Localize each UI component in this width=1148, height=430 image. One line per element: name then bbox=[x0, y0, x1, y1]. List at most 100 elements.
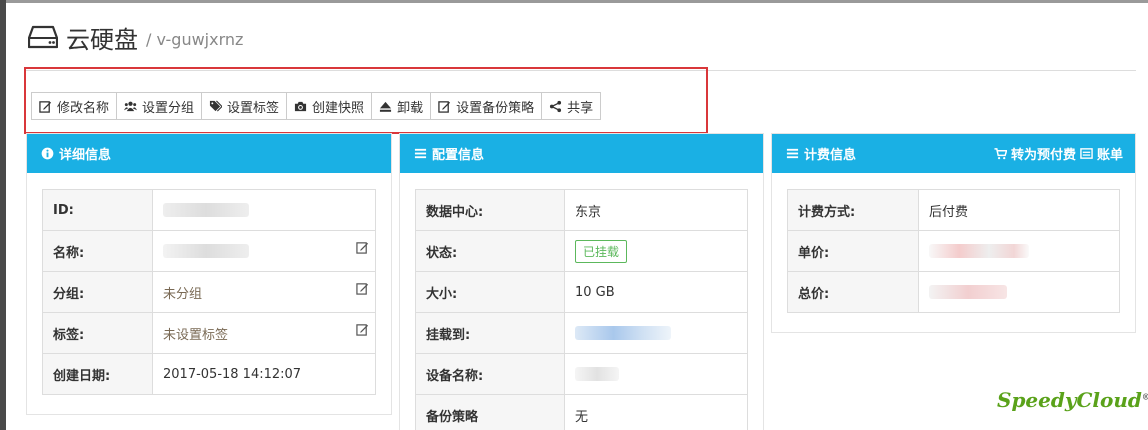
backup-policy-key: 备份策略 bbox=[415, 394, 565, 430]
device-name-key: 设备名称: bbox=[415, 353, 565, 395]
detail-panel-header: 详细信息 bbox=[27, 134, 391, 173]
share-icon bbox=[550, 100, 562, 112]
tags-key: 标签: bbox=[42, 312, 153, 354]
list-icon bbox=[786, 148, 799, 159]
id-key: ID: bbox=[42, 189, 153, 231]
action-toolbar: 修改名称 设置分组 设置标签 创建快照 卸载 设置备份策略 共享 bbox=[31, 92, 602, 120]
table-row: 创建日期: 2017-05-18 14:12:07 bbox=[42, 353, 376, 395]
set-group-button[interactable]: 设置分组 bbox=[116, 92, 203, 120]
set-group-label: 设置分组 bbox=[142, 100, 195, 116]
created-value: 2017-05-18 14:12:07 bbox=[152, 353, 376, 395]
mounted-to-key: 挂载到: bbox=[415, 312, 565, 354]
config-panel: 配置信息 数据中心: 东京 状态: 已挂载 大小: 10 GB 挂载到: 设备名… bbox=[399, 133, 764, 430]
table-row: 设备名称: bbox=[415, 353, 748, 395]
eject-icon bbox=[379, 101, 392, 112]
rename-button[interactable]: 修改名称 bbox=[31, 92, 118, 120]
redacted-device-name bbox=[575, 367, 619, 381]
detail-panel: 详细信息 ID: 名称: 分组: 未分组 标签: 未设置标签 创建日期: 201… bbox=[26, 133, 392, 415]
convert-prepay-link[interactable]: 转为预付费 bbox=[994, 144, 1076, 163]
table-row: 挂载到: bbox=[415, 312, 748, 354]
status-value: 已挂载 bbox=[564, 230, 748, 272]
edit-group-icon[interactable] bbox=[356, 282, 369, 295]
size-key: 大小: bbox=[415, 271, 565, 313]
table-row: 备份策略 无 bbox=[415, 394, 748, 430]
convert-prepay-label: 转为预付费 bbox=[1010, 148, 1076, 163]
info-circle-icon bbox=[41, 147, 54, 160]
detail-table: ID: 名称: 分组: 未分组 标签: 未设置标签 创建日期: 2017-05-… bbox=[42, 189, 376, 395]
name-value bbox=[152, 230, 376, 272]
group-key: 分组: bbox=[42, 271, 153, 313]
table-row: 标签: 未设置标签 bbox=[42, 312, 376, 354]
redacted-name bbox=[163, 244, 249, 258]
table-row: 大小: 10 GB bbox=[415, 271, 748, 313]
status-badge: 已挂载 bbox=[575, 239, 628, 263]
set-tags-button[interactable]: 设置标签 bbox=[201, 92, 288, 120]
set-backup-policy-label: 设置备份策略 bbox=[456, 100, 535, 116]
tags-value: 未设置标签 bbox=[152, 312, 376, 354]
billing-panel-header: 计费信息 转为预付费 账单 bbox=[772, 134, 1135, 173]
total-price-key: 总价: bbox=[787, 271, 919, 313]
page-title: 云硬盘 bbox=[66, 25, 138, 54]
share-button[interactable]: 共享 bbox=[541, 92, 602, 120]
status-key: 状态: bbox=[415, 230, 565, 272]
tags-value-text: 未设置标签 bbox=[163, 327, 229, 343]
table-row: 数据中心: 东京 bbox=[415, 189, 748, 231]
registered-mark: ® bbox=[1141, 391, 1148, 402]
redacted-total-price bbox=[929, 285, 1007, 299]
page-header: 云硬盘 / v-guwjxrnz bbox=[28, 22, 244, 54]
billing-panel: 计费信息 转为预付费 账单 计费方式: 后付费 单价: 总价: bbox=[771, 133, 1136, 333]
edit-icon bbox=[39, 100, 52, 113]
total-price-value bbox=[918, 271, 1120, 313]
edit-name-icon[interactable] bbox=[356, 241, 369, 254]
name-key: 名称: bbox=[42, 230, 153, 272]
edit-icon bbox=[438, 100, 451, 113]
share-label: 共享 bbox=[567, 100, 594, 116]
billing-method-value: 后付费 bbox=[918, 189, 1120, 231]
unmount-label: 卸载 bbox=[397, 100, 424, 116]
table-row: 名称: bbox=[42, 230, 376, 272]
bill-icon bbox=[1080, 148, 1093, 159]
page-subtitle: / v-guwjxrnz bbox=[146, 29, 244, 49]
table-row: 单价: bbox=[787, 230, 1120, 272]
window-top-edge bbox=[0, 0, 1148, 3]
create-snapshot-label: 创建快照 bbox=[312, 100, 365, 116]
mounted-to-value bbox=[564, 312, 748, 354]
create-snapshot-button[interactable]: 创建快照 bbox=[286, 92, 373, 120]
tags-icon bbox=[209, 100, 223, 112]
device-name-value bbox=[564, 353, 748, 395]
billing-panel-title: 计费信息 bbox=[804, 148, 857, 163]
rename-label: 修改名称 bbox=[57, 100, 110, 116]
datacenter-key: 数据中心: bbox=[415, 189, 565, 231]
set-backup-policy-button[interactable]: 设置备份策略 bbox=[430, 92, 543, 120]
size-value: 10 GB bbox=[564, 271, 748, 313]
backup-policy-value: 无 bbox=[564, 394, 748, 430]
redacted-unit-price bbox=[929, 244, 1029, 258]
redacted-id bbox=[163, 203, 249, 217]
config-panel-title: 配置信息 bbox=[432, 148, 485, 163]
users-icon bbox=[124, 101, 138, 111]
datacenter-value: 东京 bbox=[564, 189, 748, 231]
unit-price-key: 单价: bbox=[787, 230, 919, 272]
unit-price-value bbox=[918, 230, 1120, 272]
camera-icon bbox=[294, 101, 307, 111]
table-row: 状态: 已挂载 bbox=[415, 230, 748, 272]
edit-tags-icon[interactable] bbox=[356, 323, 369, 336]
table-row: 总价: bbox=[787, 271, 1120, 313]
bill-label: 账单 bbox=[1096, 148, 1123, 163]
table-row: ID: bbox=[42, 189, 376, 231]
id-value bbox=[152, 189, 376, 231]
window-left-edge bbox=[0, 0, 6, 430]
cart-icon bbox=[994, 148, 1007, 160]
unmount-button[interactable]: 卸载 bbox=[371, 92, 432, 120]
config-panel-header: 配置信息 bbox=[400, 134, 763, 173]
billing-method-key: 计费方式: bbox=[787, 189, 919, 231]
list-icon bbox=[414, 148, 427, 159]
redacted-mounted-to[interactable] bbox=[575, 326, 671, 340]
billing-table: 计费方式: 后付费 单价: 总价: bbox=[787, 189, 1120, 313]
created-key: 创建日期: bbox=[42, 353, 153, 395]
bill-link[interactable]: 账单 bbox=[1080, 144, 1123, 163]
set-tags-label: 设置标签 bbox=[227, 100, 280, 116]
group-value-text: 未分组 bbox=[163, 286, 203, 302]
hdd-icon bbox=[28, 25, 58, 49]
config-table: 数据中心: 东京 状态: 已挂载 大小: 10 GB 挂载到: 设备名称: 备份… bbox=[415, 189, 748, 430]
